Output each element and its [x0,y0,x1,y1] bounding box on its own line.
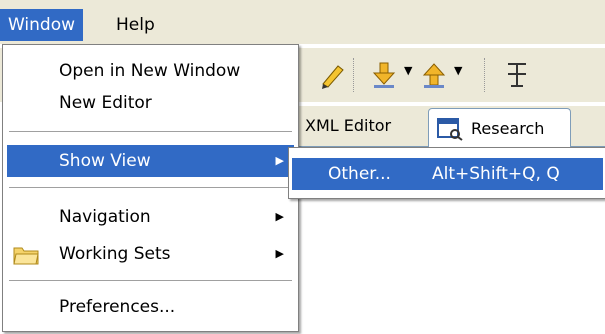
upload-icon[interactable] [418,60,448,90]
menu-item-new-editor[interactable]: New Editor [7,87,294,119]
research-window-icon [437,118,463,141]
menu-item-show-view[interactable]: Show View ▶ [7,145,294,177]
menu-item-working-sets[interactable]: Working Sets ▶ [7,238,294,270]
toolbar-separator [353,58,356,92]
folder-icon [13,247,39,265]
menu-item-label: Preferences... [59,297,176,317]
submenu-arrow-icon: ▶ [275,210,284,223]
menu-item-label: Show View [59,151,151,171]
menu-separator [9,131,292,133]
menu-help[interactable]: Help [108,9,163,41]
submenu-arrow-icon: ▶ [275,154,284,167]
tab-xml-editor[interactable]: XML Editor [305,116,391,135]
tab-research-label: Research [471,119,545,138]
tab-research[interactable]: Research [428,108,571,147]
menu-item-label: Other... [328,164,391,184]
menu-item-preferences[interactable]: Preferences... [7,291,294,323]
menu-item-navigation[interactable]: Navigation ▶ [7,201,294,233]
download-dropdown-arrow[interactable]: ▼ [404,64,412,77]
menu-window[interactable]: Window [0,9,84,41]
tab-xml-editor-label: XML Editor [305,116,392,135]
menu-item-shortcut: Alt+Shift+Q, Q [432,164,560,184]
menu-separator [9,280,292,282]
toolbar-separator [484,58,487,92]
upload-dropdown-arrow[interactable]: ▼ [454,64,462,77]
menu-window-label: Window [8,15,76,35]
menu-separator [9,187,292,189]
menu-item-label: Open in New Window [59,61,241,81]
menu-item-label: Navigation [59,207,151,227]
pencil-icon[interactable] [318,60,348,90]
menu-item-other[interactable]: Other... Alt+Shift+Q, Q [292,158,603,190]
menu-item-label: Working Sets [59,244,171,264]
text-icon[interactable] [504,60,530,90]
window-menu: Open in New Window New Editor Show View … [2,44,299,332]
download-icon[interactable] [368,60,398,90]
menu-item-label: New Editor [59,93,152,113]
show-view-submenu: Other... Alt+Shift+Q, Q [288,147,605,199]
submenu-arrow-icon: ▶ [275,247,284,260]
menu-bar: Window Help [0,0,605,44]
menu-item-open-in-new-window[interactable]: Open in New Window [7,55,294,87]
menu-help-label: Help [116,15,155,35]
